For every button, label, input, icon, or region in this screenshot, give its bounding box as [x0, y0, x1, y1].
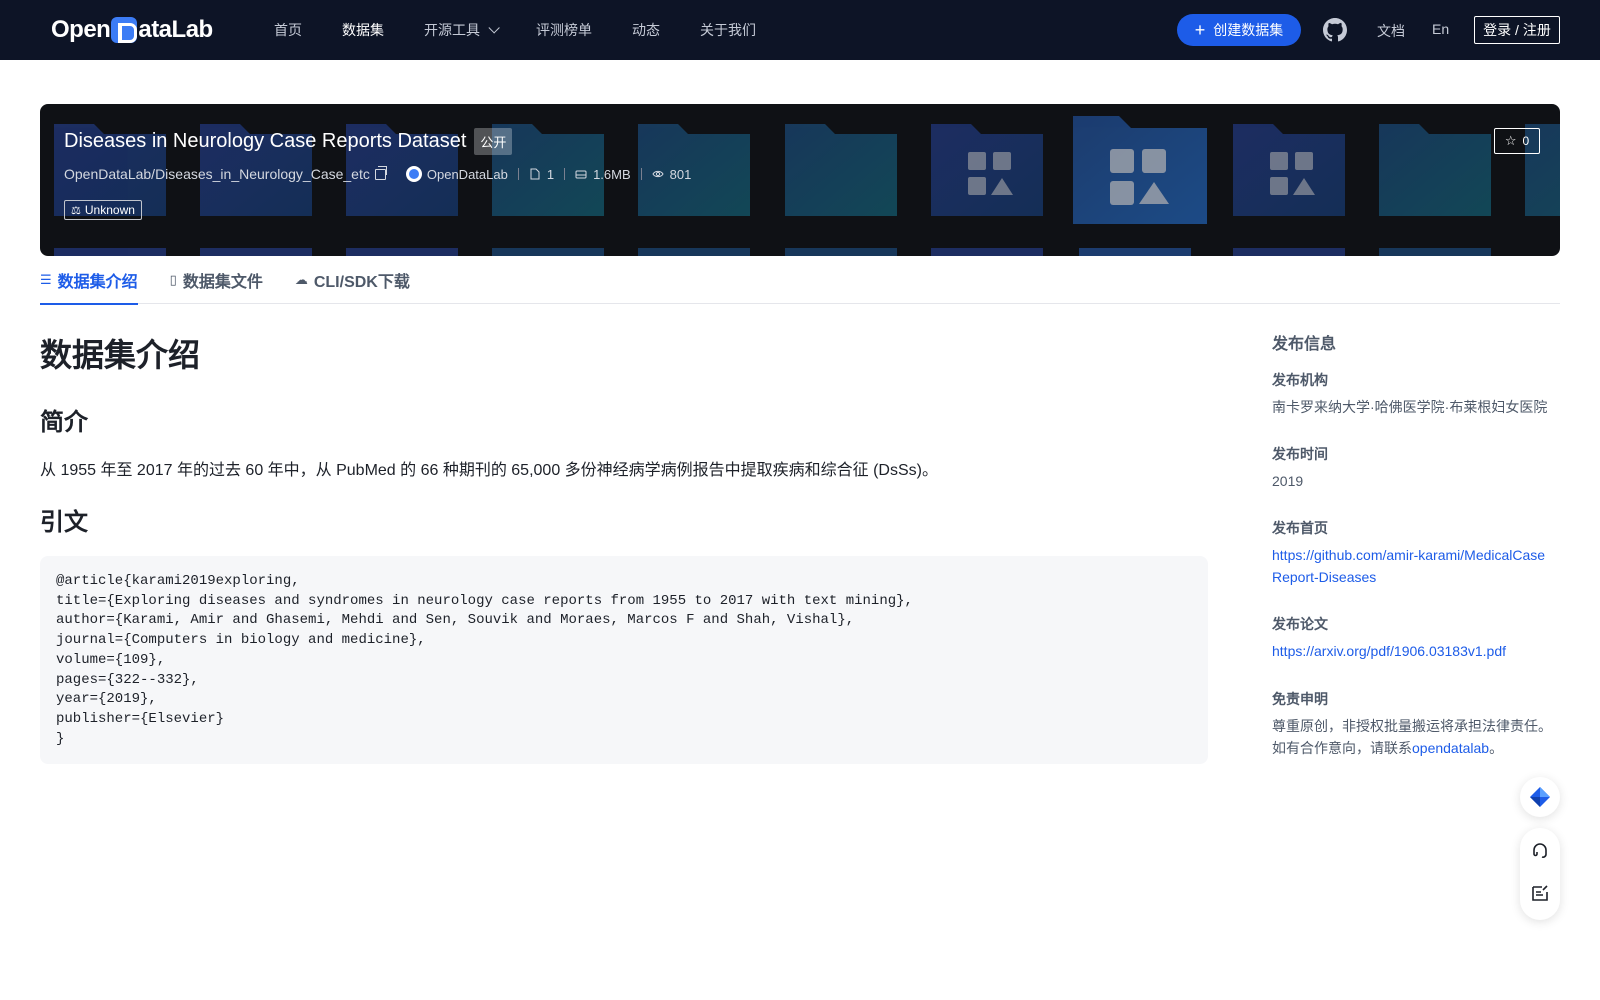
top-navbar: Open ataLab 首页 数据集 开源工具 评测榜单 动态 关于我们 + 创建数… — [0, 0, 1600, 60]
release-info-title: 发布信息 — [1272, 336, 1337, 353]
dataset-title-row: Diseases in Neurology Case Reports Datas… — [64, 128, 513, 155]
homepage-link[interactable]: https://github.com/amir-karami/MedicalCa… — [1272, 544, 1552, 588]
plus-icon: + — [1194, 20, 1206, 40]
divider — [517, 168, 519, 180]
file-count: 1 — [546, 166, 555, 182]
nav-about[interactable]: 关于我们 — [700, 20, 756, 40]
paper-link[interactable]: https://arxiv.org/pdf/1906.03183v1.pdf — [1272, 640, 1552, 662]
intro-heading: 简介 — [40, 409, 88, 436]
star-icon: ☆ — [1504, 133, 1517, 148]
citation-text: @article{karami2019exploring, title={Exp… — [56, 573, 913, 747]
divider — [564, 168, 566, 180]
homepage-label: 发布首页 — [1272, 520, 1328, 536]
disclaimer-text: 尊重原创，非授权批量搬运将承担法律责任。 如有合作意向，请联系opendatal… — [1272, 715, 1552, 759]
scale-icon: ⚖ — [71, 204, 81, 217]
disclaimer-line-1: 尊重原创，非授权批量搬运将承担法律责任。 — [1272, 718, 1552, 734]
dataset-meta-row: OpenDataLab/Diseases_in_Neurology_Case_e… — [64, 165, 692, 182]
org-name[interactable]: OpenDataLab — [427, 167, 508, 182]
nav-open-source-tools[interactable]: 开源工具 — [424, 20, 500, 40]
nav-news[interactable]: 动态 — [632, 20, 660, 40]
nav-datasets[interactable]: 数据集 — [342, 20, 384, 40]
database-icon: ☰ — [40, 271, 52, 287]
star-count: 0 — [1522, 134, 1530, 148]
chevron-down-icon — [488, 22, 500, 34]
main-nav: 首页 数据集 开源工具 评测榜单 动态 关于我们 — [274, 0, 796, 60]
opendatalab-logo[interactable]: Open ataLab — [51, 14, 213, 46]
cloud-download-icon: ☁ — [294, 271, 308, 287]
create-dataset-button[interactable]: + 创建数据集 — [1177, 14, 1301, 46]
view-count: 801 — [669, 166, 692, 182]
feedback-edit-icon[interactable] — [1530, 883, 1550, 903]
dataset-tabs: ☰ 数据集介绍 ▯ 数据集文件 ☁ CLI/SDK下载 — [40, 256, 1560, 305]
logo-d-mark-icon — [111, 17, 138, 43]
file-icon: ▯ — [169, 271, 177, 287]
copy-icon[interactable] — [374, 165, 387, 180]
create-dataset-label: 创建数据集 — [1213, 22, 1284, 38]
intro-text: 从 1955 年至 2017 年的过去 60 年中，从 PubMed 的 66 … — [40, 462, 938, 479]
star-button[interactable]: ☆ 0 — [1494, 128, 1540, 154]
floating-tools-panel — [1520, 828, 1560, 920]
release-time-value: 2019 — [1272, 473, 1304, 489]
language-switch[interactable]: En — [1432, 21, 1449, 37]
dataset-banner: Diseases in Neurology Case Reports Datas… — [40, 104, 1560, 256]
divider — [640, 168, 642, 180]
opendatalab-contact-link[interactable]: opendatalab — [1412, 740, 1489, 756]
file-count-icon — [530, 168, 540, 180]
tab-label: 数据集文件 — [182, 273, 263, 291]
dataset-title: Diseases in Neurology Case Reports Datas… — [64, 130, 467, 152]
disclaimer-line-2: 如有合作意向，请联系opendatalab。 — [1272, 737, 1552, 759]
nav-leaderboard[interactable]: 评测榜单 — [536, 20, 592, 40]
disclaimer-period: 。 — [1489, 740, 1504, 756]
page-title: 数据集介绍 — [40, 337, 201, 373]
login-register-button[interactable]: 登录 / 注册 — [1474, 16, 1560, 44]
github-icon[interactable] — [1323, 18, 1347, 42]
dataset-size: 1.6MB — [593, 166, 631, 182]
paper-label: 发布论文 — [1272, 616, 1328, 632]
tab-dataset-files[interactable]: ▯ 数据集文件 — [170, 256, 263, 304]
release-time-label: 发布时间 — [1272, 446, 1328, 462]
license-badge: ⚖ Unknown — [64, 200, 142, 220]
nav-docs[interactable]: 文档 — [1377, 21, 1405, 41]
citation-heading: 引文 — [40, 509, 88, 536]
storage-icon — [575, 170, 587, 179]
org-avatar — [405, 166, 422, 182]
diamond-logo-icon — [1530, 787, 1550, 807]
publisher-value: 南卡罗来纳大学·哈佛医学院·布莱根妇女医院 — [1272, 399, 1548, 415]
visibility-badge: 公开 — [474, 128, 513, 155]
headset-icon[interactable] — [1530, 841, 1550, 861]
dataset-path: OpenDataLab/Diseases_in_Neurology_Case_e… — [64, 166, 370, 182]
license-name: Unknown — [84, 203, 135, 217]
tab-cli-sdk-download[interactable]: ☁ CLI/SDK下载 — [295, 256, 410, 304]
disclaimer-contact-text: 如有合作意向，请联系 — [1272, 740, 1412, 756]
floating-assistant-button[interactable] — [1520, 777, 1560, 817]
tab-label: CLI/SDK下载 — [313, 273, 410, 291]
nav-home[interactable]: 首页 — [274, 20, 302, 40]
publisher-label: 发布机构 — [1272, 372, 1328, 388]
tab-dataset-intro[interactable]: ☰ 数据集介绍 — [40, 256, 138, 305]
nav-tools-label: 开源工具 — [424, 22, 480, 38]
disclaimer-label: 免责申明 — [1272, 691, 1328, 707]
citation-code-block: @article{karami2019exploring, title={Exp… — [40, 556, 1208, 764]
eye-icon — [652, 170, 664, 178]
tab-label: 数据集介绍 — [57, 273, 138, 291]
